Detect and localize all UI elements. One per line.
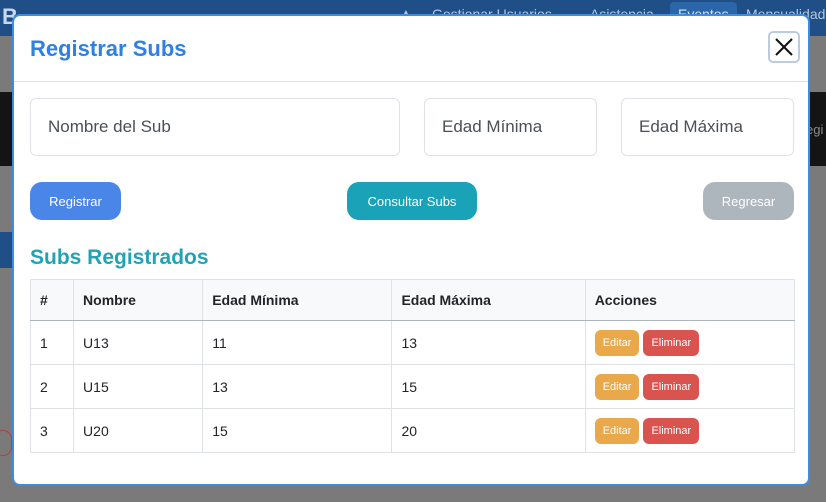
cell-actions: Editar Eliminar [584,408,796,453]
delete-button[interactable]: Eliminar [643,373,700,400]
table-row: 1 U13 11 13 Editar Eliminar [29,320,796,365]
cell-max-age: 15 [391,364,586,409]
edit-button[interactable]: Editar [594,329,640,356]
cell-number: 3 [29,408,75,453]
cell-max-age: 20 [391,408,586,453]
cell-number: 2 [29,364,75,409]
consult-subs-button[interactable]: Consultar Subs [347,182,477,220]
table-row: 3 U20 15 20 Editar Eliminar [29,408,796,453]
background-left-bar [0,232,12,268]
table-row: 2 U15 13 15 Editar Eliminar [29,364,796,409]
column-header-max-age: Edad Máxima [391,279,586,321]
register-button[interactable]: Registrar [30,182,121,220]
min-age-input[interactable] [424,98,597,156]
edit-button[interactable]: Editar [594,373,640,400]
cell-min-age: 13 [202,364,393,409]
close-icon [775,38,793,56]
delete-button[interactable]: Eliminar [643,417,700,444]
modal-title: Registrar Subs [30,36,187,61]
background-left-button [0,430,12,456]
column-header-name: Nombre [73,279,204,321]
register-subs-modal: Registrar Subs Registrar Consultar Subs … [12,14,810,486]
cell-actions: Editar Eliminar [584,320,796,365]
column-header-actions: Acciones [584,279,796,321]
cell-name: U13 [73,320,204,365]
back-button[interactable]: Regresar [703,182,794,220]
delete-button[interactable]: Eliminar [643,329,700,356]
edit-button[interactable]: Editar [594,417,640,444]
registered-subs-heading: Subs Registrados [30,246,209,269]
table-header-row: # Nombre Edad Mínima Edad Máxima Accione… [29,279,796,321]
column-header-min-age: Edad Mínima [202,279,393,321]
max-age-input[interactable] [621,98,794,156]
modal-header: Registrar Subs [14,16,808,82]
cell-min-age: 11 [202,320,393,365]
cell-actions: Editar Eliminar [584,364,796,409]
cell-min-age: 15 [202,408,393,453]
subs-table: # Nombre Edad Mínima Edad Máxima Accione… [29,279,796,453]
cell-number: 1 [29,320,75,365]
column-header-number: # [29,279,75,321]
sub-name-input[interactable] [30,98,400,156]
cell-max-age: 13 [391,320,586,365]
close-button[interactable] [768,31,800,63]
cell-name: U15 [73,364,204,409]
cell-name: U20 [73,408,204,453]
